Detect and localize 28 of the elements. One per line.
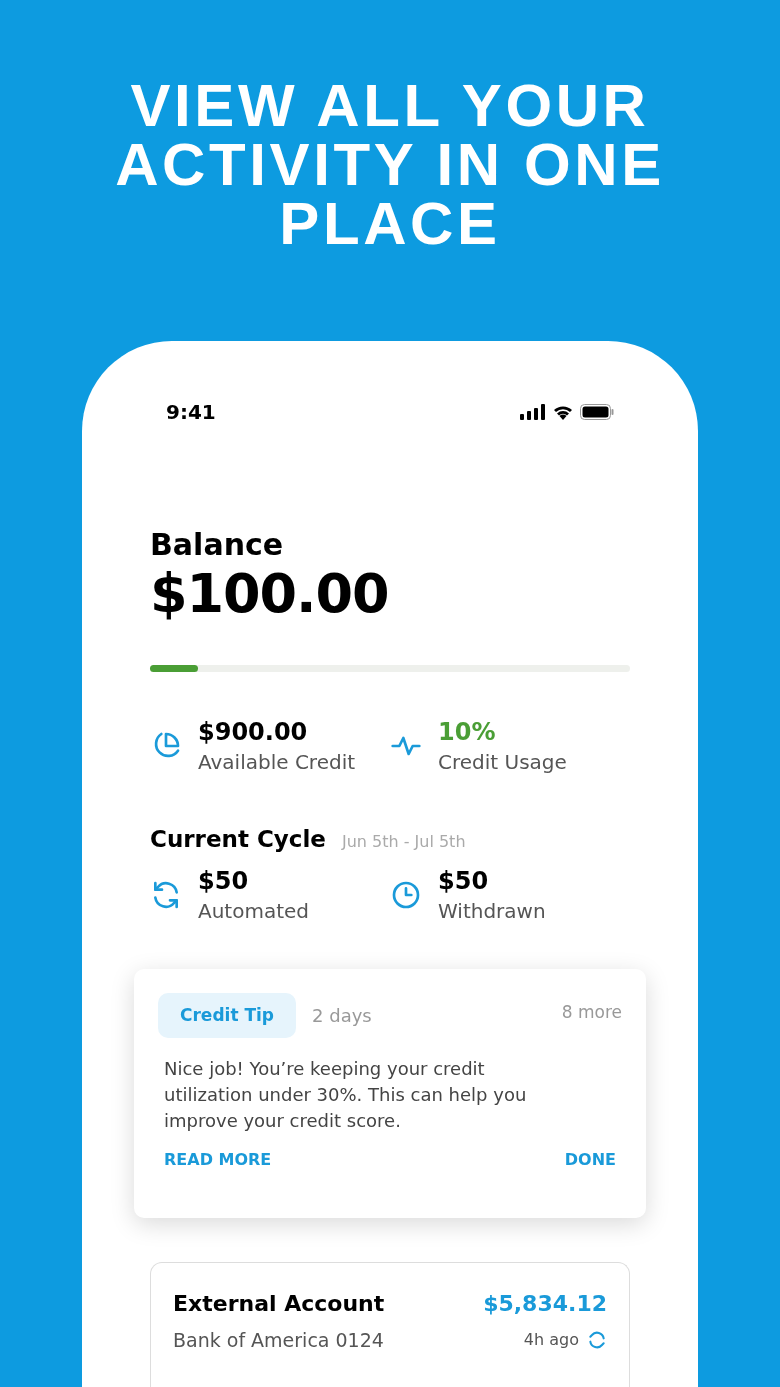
done-button[interactable]: DONE [564,1148,616,1172]
battery-icon [580,404,614,420]
account-amount: $5,834.12 [483,1290,607,1318]
cycle-range: Jun 5th - Jul 5th [341,831,466,853]
signal-icon [520,404,546,420]
balance-amount: $100.00 [150,563,390,625]
bank-name: Bank of America 0124 [173,1328,384,1353]
account-title: External Account [173,1290,385,1318]
stat-label: Withdrawn [438,897,546,925]
tip-tag: Credit Tip [158,992,297,1038]
cycle-title: Current Cycle [150,825,326,854]
read-more-button[interactable]: READ MORE [164,1148,272,1172]
stat-value: $50 [198,865,250,897]
status-time: 9:41 [166,399,216,426]
balance-label: Balance [150,527,285,563]
stat-value: 10% [438,717,497,748]
updated-time: 4h ago [523,1329,579,1352]
more-count: 8 more [561,1000,622,1024]
stat-label: Available Credit [198,749,356,776]
stat-label: Automated [198,897,309,925]
stat-value: $50 [438,865,490,897]
wifi-icon [552,404,574,420]
tip-text: Nice job! You’re keeping your credit utilization under 30%. This can help you improve your credit score. [163,1057,528,1133]
headline: VIEW ALL YOUR ACTIVITY IN ONE PLACE [114,76,666,253]
stat-label: Credit Usage [438,749,567,776]
tip-age: 2 days [312,1003,372,1028]
stat-value: $900.00 [198,717,309,748]
refresh-icon[interactable] [587,1330,607,1351]
